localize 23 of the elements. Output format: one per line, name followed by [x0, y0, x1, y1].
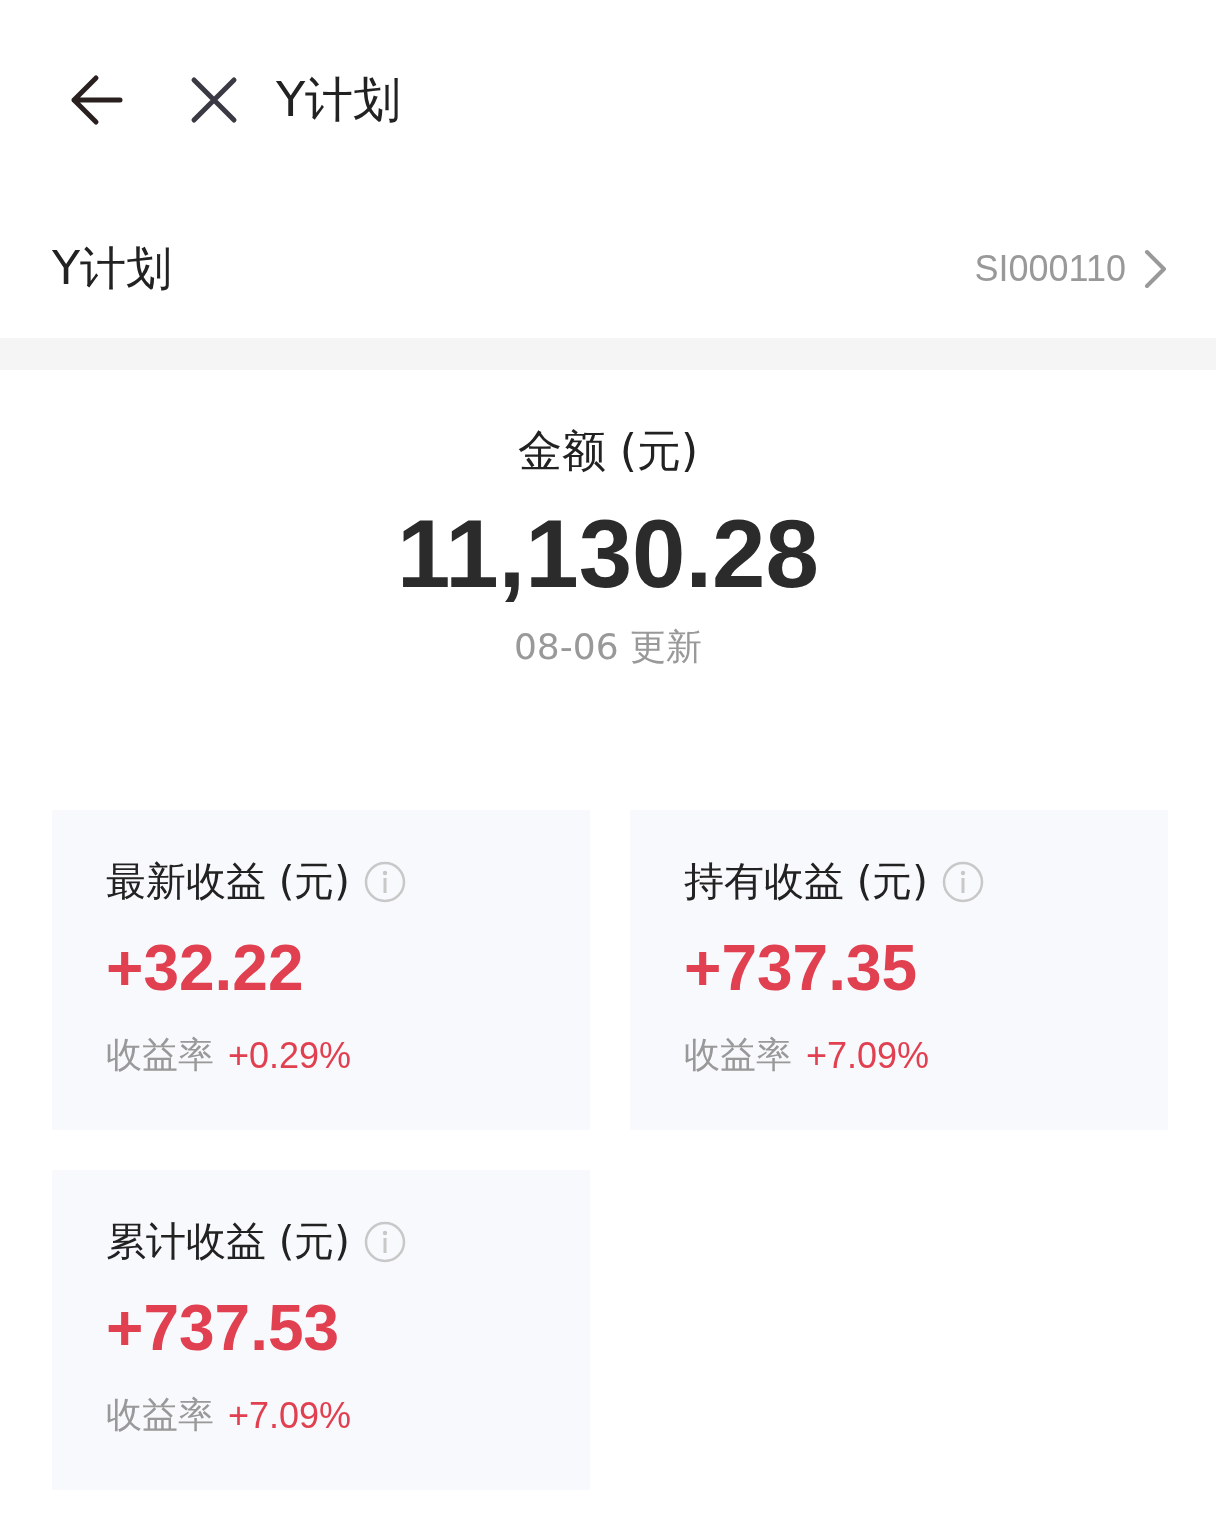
rate-value: +7.09%	[228, 1394, 352, 1437]
amount-value: 11,130.28	[397, 499, 819, 609]
info-icon[interactable]	[363, 860, 406, 903]
earnings-value: +32.22	[106, 931, 305, 1005]
rate-label: 收益率	[684, 1033, 792, 1077]
info-icon[interactable]	[363, 1220, 406, 1263]
info-icon[interactable]	[941, 860, 984, 903]
page-title: Y计划	[276, 70, 402, 129]
card-title: 最新收益 (元)	[106, 857, 350, 906]
chevron-right-icon	[1144, 249, 1168, 289]
close-icon	[190, 76, 238, 124]
card-title: 持有收益 (元)	[684, 857, 928, 906]
earnings-value: +737.53	[106, 1291, 341, 1365]
rate-label: 收益率	[106, 1393, 214, 1437]
update-date: 08-06 更新	[513, 625, 703, 669]
earnings-value: +737.35	[684, 931, 919, 1005]
rate-value: +0.29%	[228, 1034, 352, 1077]
card-title: 累计收益 (元)	[106, 1217, 350, 1266]
plan-name: Y计划	[52, 240, 173, 297]
rate-value: +7.09%	[806, 1034, 930, 1077]
amount-label: 金额 (元)	[517, 424, 699, 478]
plan-code-link[interactable]: SI000110	[974, 248, 1168, 290]
rate-label: 收益率	[106, 1033, 214, 1077]
